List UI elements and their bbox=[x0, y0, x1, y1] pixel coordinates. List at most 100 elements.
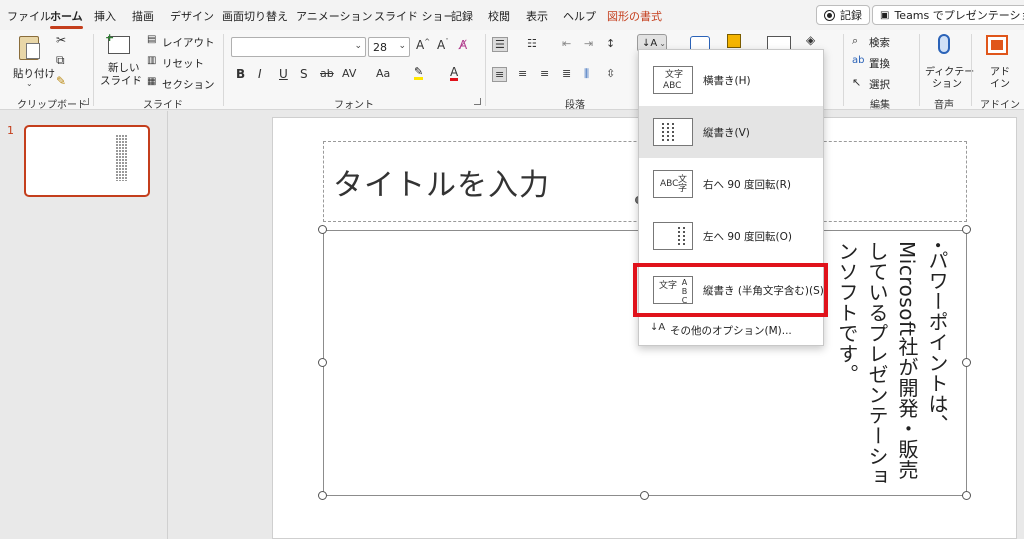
columns-icon[interactable]: ⫼ bbox=[584, 68, 589, 79]
tab-transitions[interactable]: 画面切り替え bbox=[222, 8, 288, 24]
align-text-icon[interactable]: ⇳ bbox=[606, 68, 615, 79]
reset-button[interactable]: リセット bbox=[162, 56, 204, 71]
addins-label-2: イン bbox=[990, 79, 1010, 90]
tab-file[interactable]: ファイル bbox=[7, 8, 51, 24]
section-button[interactable]: セクション bbox=[162, 77, 215, 92]
more-options-link[interactable]: その他のオプション(M)... bbox=[670, 323, 792, 338]
underline-button[interactable]: U bbox=[279, 68, 288, 80]
tab-record[interactable]: 記録 bbox=[451, 8, 473, 24]
clipboard-launcher-icon[interactable] bbox=[82, 98, 89, 105]
tab-home[interactable]: ホーム bbox=[50, 8, 83, 29]
tab-insert[interactable]: 挿入 bbox=[94, 8, 116, 24]
bullet-icon: • bbox=[929, 241, 945, 250]
slide-thumbnail[interactable] bbox=[24, 125, 150, 197]
paste-label: 貼り付け bbox=[13, 68, 55, 80]
grow-font-icon[interactable]: A^ bbox=[416, 39, 430, 52]
paste-button[interactable]: 貼り付け ⌄ bbox=[10, 34, 55, 90]
font-name-combo[interactable]: ⌄ bbox=[231, 37, 366, 57]
editing-group-label: 編集 bbox=[870, 100, 890, 111]
format-painter-icon[interactable]: ✎ bbox=[56, 75, 66, 87]
clear-formatting-icon[interactable]: A̸ bbox=[459, 39, 467, 51]
record-icon bbox=[824, 9, 835, 21]
teams-icon: ▣ bbox=[880, 9, 890, 21]
resize-handle[interactable] bbox=[318, 491, 327, 500]
numbering-icon[interactable]: ☷ bbox=[527, 38, 537, 49]
horizontal-text-icon: 文字 ABC bbox=[653, 66, 693, 94]
italic-button[interactable]: I bbox=[258, 68, 262, 80]
copy-icon[interactable]: ⧉ bbox=[56, 54, 65, 66]
tab-help[interactable]: ヘルプ bbox=[563, 8, 596, 24]
resize-handle[interactable] bbox=[962, 358, 971, 367]
select-button[interactable]: 選択 bbox=[869, 77, 890, 92]
teams-present-button[interactable]: ▣ Teams でプレゼンテーション bbox=[872, 5, 1024, 25]
tab-draw[interactable]: 描画 bbox=[132, 8, 154, 24]
menu-item-rotate-right[interactable]: 文字 ABC 右へ 90 度回転(R) bbox=[639, 158, 823, 210]
addins-group-label: アドイン bbox=[980, 100, 1020, 111]
rotate-left-text-icon bbox=[653, 222, 693, 250]
paste-dropdown-icon: ⌄ bbox=[26, 79, 33, 88]
tab-animations[interactable]: アニメーション bbox=[296, 8, 373, 24]
group-divider bbox=[223, 34, 224, 106]
new-slide-icon: + bbox=[105, 31, 130, 54]
cut-icon[interactable]: ✂ bbox=[56, 34, 66, 46]
highlight-color-icon[interactable]: ✎ bbox=[414, 66, 424, 80]
addins-button[interactable]: アド イン bbox=[976, 32, 1020, 92]
menu-item-horizontal[interactable]: 文字 ABC 横書き(H) bbox=[639, 54, 823, 106]
font-launcher-icon[interactable] bbox=[474, 98, 481, 105]
align-left-icon[interactable]: ≡ bbox=[492, 67, 508, 82]
tab-slideshow[interactable]: スライド ショー bbox=[374, 8, 455, 24]
dictate-button[interactable]: ディクテー ション bbox=[922, 32, 974, 92]
group-divider bbox=[919, 34, 920, 106]
group-divider bbox=[485, 34, 486, 106]
chevron-down-icon: ⌄ bbox=[398, 41, 406, 51]
menu-item-label: 横書き(H) bbox=[703, 75, 751, 87]
section-icon: ▦ bbox=[147, 76, 157, 87]
tab-shape-format[interactable]: 図形の書式 bbox=[607, 8, 662, 24]
menu-item-vertical[interactable]: 縦書き(V) bbox=[639, 106, 823, 158]
shape-fill-icon[interactable]: ◈ bbox=[806, 34, 815, 46]
dictate-label-2: ション bbox=[932, 79, 962, 90]
find-button[interactable]: 検索 bbox=[869, 35, 890, 50]
new-slide-button[interactable]: + 新しい スライド bbox=[98, 31, 142, 92]
resize-handle[interactable] bbox=[318, 358, 327, 367]
increase-indent-icon[interactable]: ⇥ bbox=[584, 38, 593, 49]
font-size-combo[interactable]: 28 ⌄ bbox=[368, 37, 410, 57]
change-case-button[interactable]: Aa bbox=[376, 68, 390, 79]
resize-handle[interactable] bbox=[962, 225, 971, 234]
layout-button[interactable]: レイアウト bbox=[162, 35, 215, 50]
layout-icon: ▤ bbox=[147, 34, 157, 45]
arrange-icon[interactable] bbox=[727, 34, 741, 48]
slide-number: 1 bbox=[7, 124, 14, 137]
menu-item-label: 縦書き(V) bbox=[703, 127, 750, 139]
red-highlight-annotation bbox=[633, 263, 828, 317]
resize-handle[interactable] bbox=[318, 225, 327, 234]
replace-button[interactable]: 置換 bbox=[869, 56, 890, 71]
align-center-icon[interactable]: ≡ bbox=[518, 68, 527, 79]
menu-item-label: 左へ 90 度回転(O) bbox=[703, 231, 792, 243]
paste-icon bbox=[19, 36, 40, 60]
slide-thumbnails-pane: 1 bbox=[0, 111, 168, 539]
replace-icon: ab bbox=[852, 55, 865, 66]
justify-icon[interactable]: ≣ bbox=[562, 68, 571, 79]
tab-design[interactable]: デザイン bbox=[170, 8, 214, 24]
char-spacing-button[interactable]: AV bbox=[342, 68, 356, 79]
font-color-button[interactable]: A bbox=[450, 66, 459, 81]
shadow-button[interactable]: S bbox=[300, 68, 308, 80]
record-button[interactable]: 記録 bbox=[816, 5, 870, 25]
line-spacing-icon[interactable]: ↕ bbox=[606, 38, 615, 49]
content-line: しているプレゼンテー bbox=[865, 241, 889, 446]
decrease-indent-icon[interactable]: ⇤ bbox=[562, 38, 571, 49]
tab-review[interactable]: 校閲 bbox=[488, 8, 510, 24]
resize-handle[interactable] bbox=[962, 491, 971, 500]
strikethrough-button[interactable]: ab bbox=[320, 68, 334, 79]
tab-view[interactable]: 表示 bbox=[526, 8, 548, 24]
text-direction-icon: ↓A bbox=[642, 37, 658, 49]
menu-bar: ファイル ホーム 挿入 描画 デザイン 画面切り替え アニメーション スライド … bbox=[0, 0, 1024, 30]
bold-button[interactable]: B bbox=[236, 68, 245, 80]
bullets-icon[interactable]: ☰ bbox=[492, 37, 508, 52]
resize-handle[interactable] bbox=[640, 491, 649, 500]
align-right-icon[interactable]: ≡ bbox=[540, 68, 549, 79]
shrink-font-icon[interactable]: Aˇ bbox=[437, 39, 449, 52]
text-options-icon: ↓A bbox=[650, 322, 666, 333]
menu-item-rotate-left[interactable]: 左へ 90 度回転(O) bbox=[639, 210, 823, 262]
